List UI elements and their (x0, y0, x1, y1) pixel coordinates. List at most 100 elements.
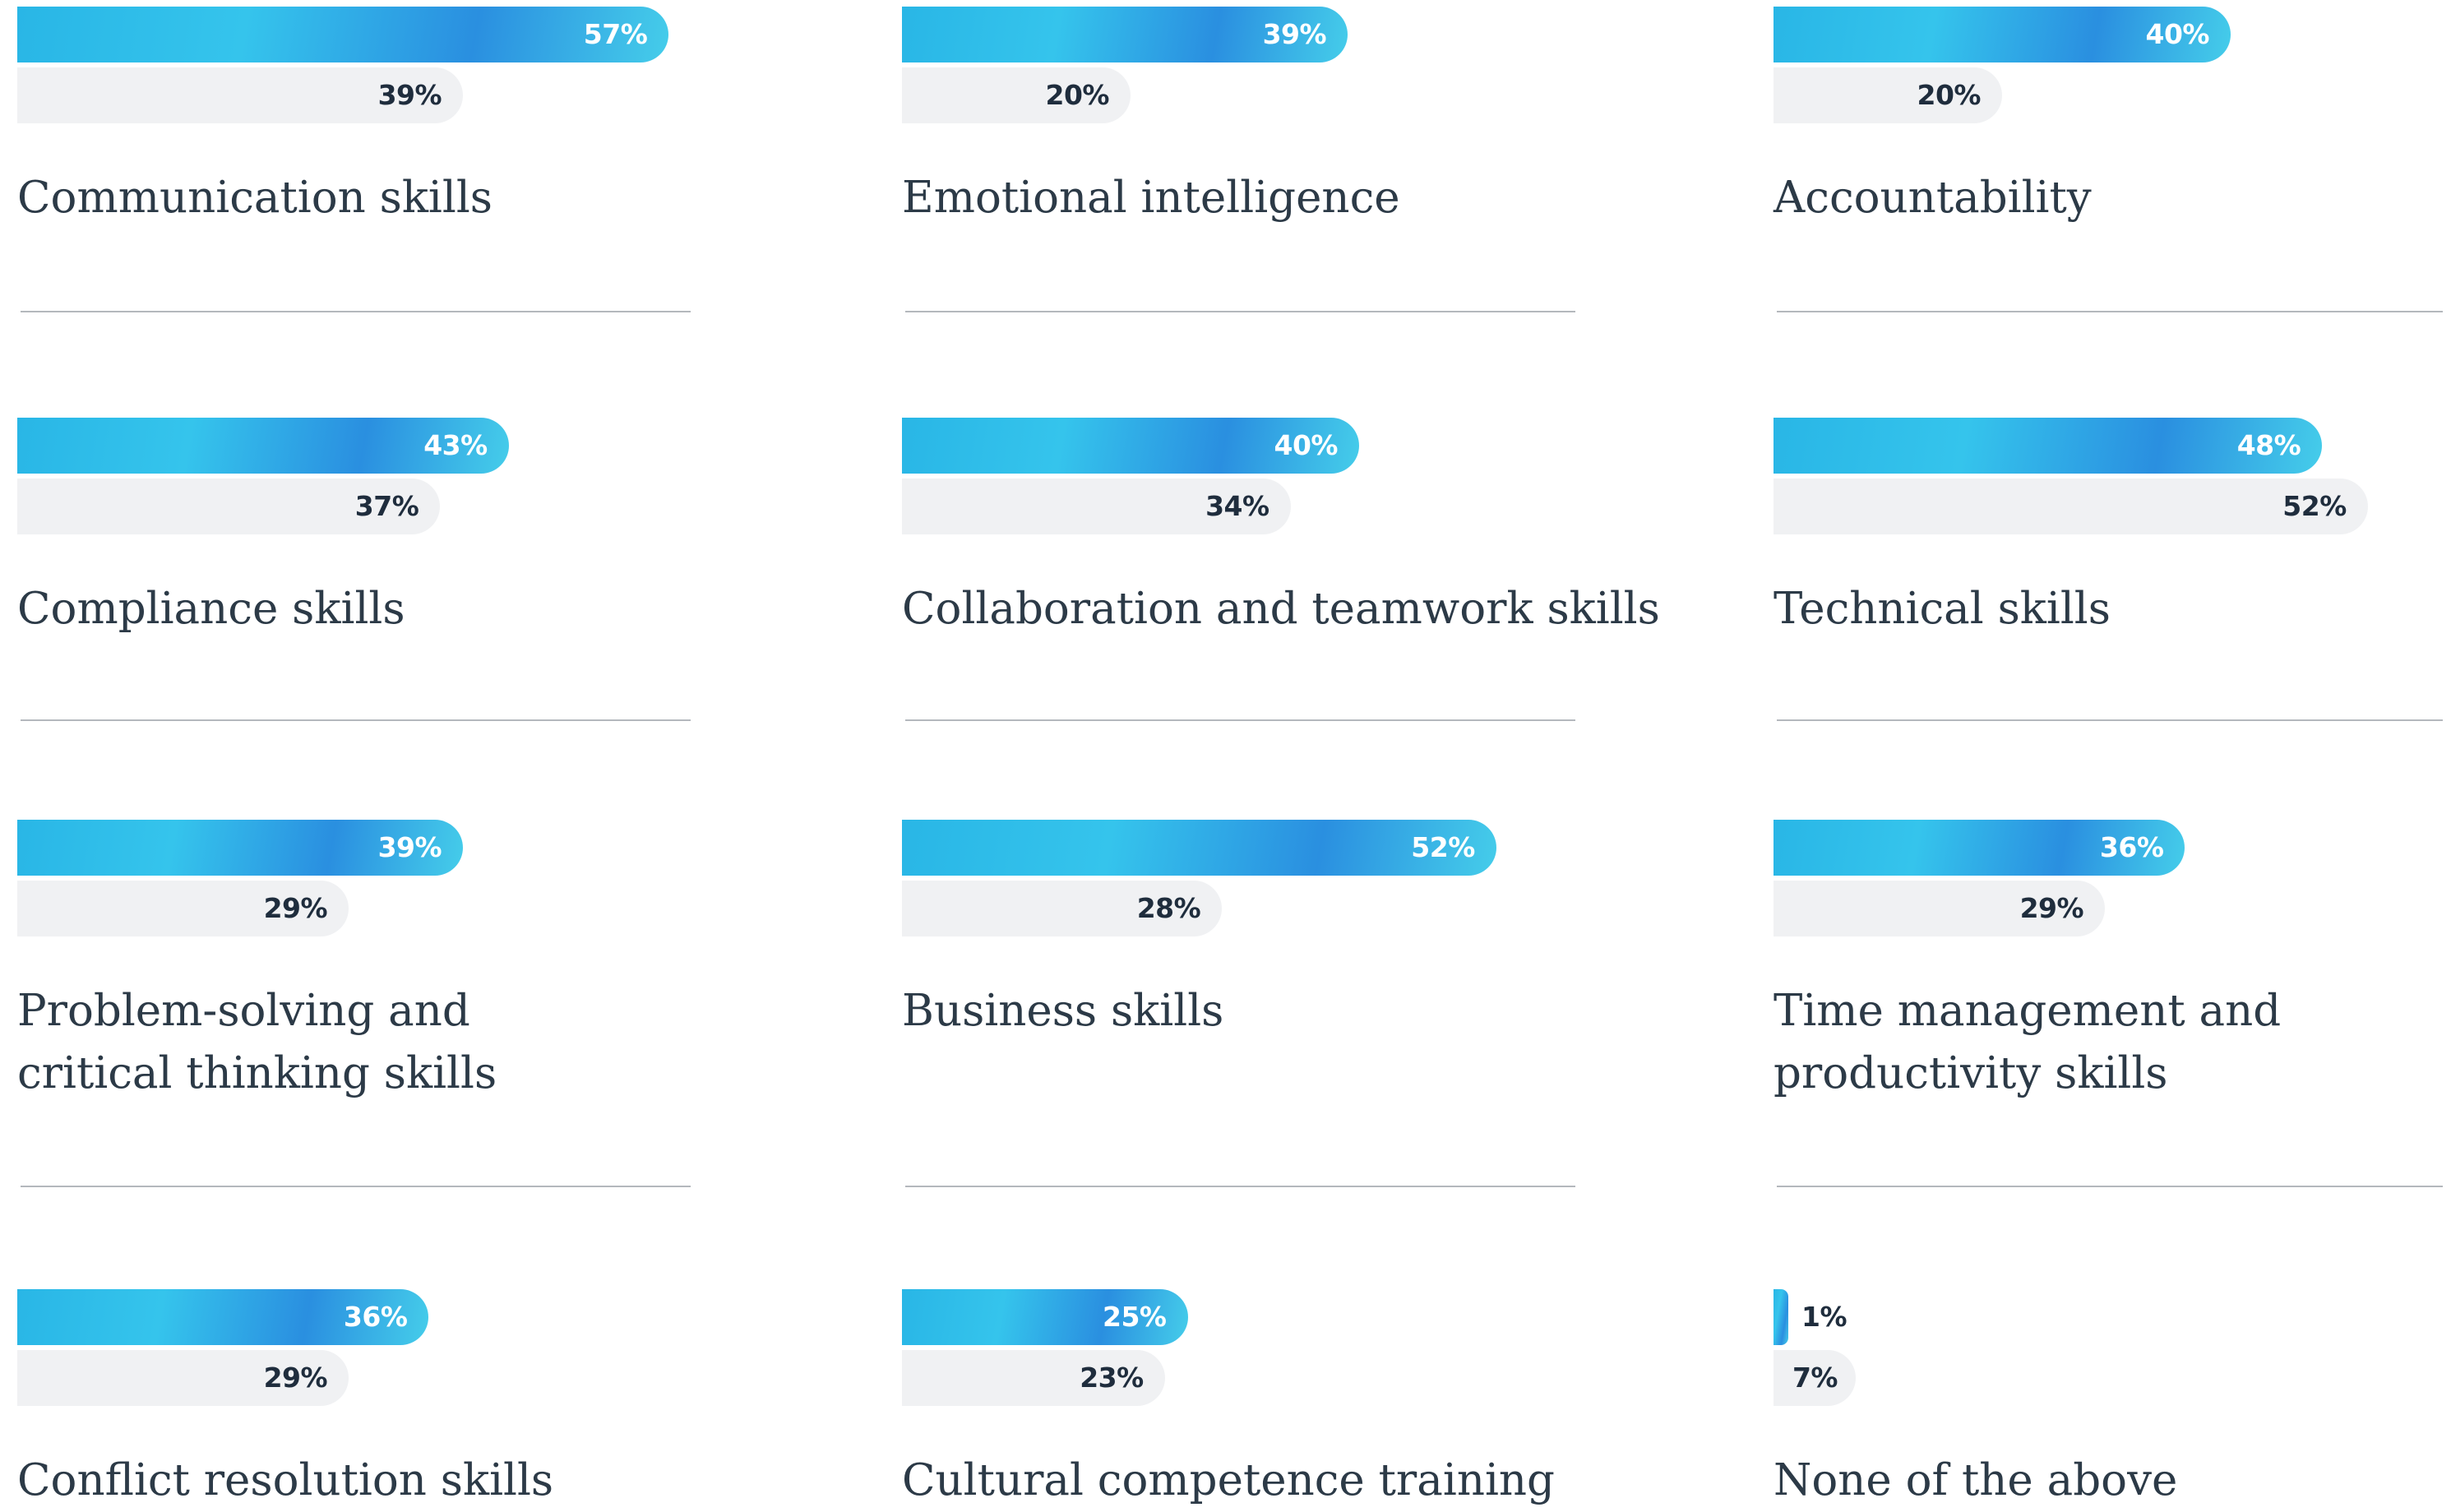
category-label: Accountability (1774, 167, 2092, 229)
bar-group: 40% 34% (902, 418, 1573, 534)
category-label-line: productivity skills (1774, 1048, 2168, 1098)
category-label: Conflict resolution skills (17, 1450, 553, 1512)
bar-primary-label: 25% (1103, 1301, 1167, 1333)
bar-primary-label: 40% (1274, 429, 1339, 461)
bar-group: 36% 29% (17, 1289, 688, 1406)
skill-card: 25% 23% Cultural competence training (902, 1289, 1573, 1505)
row-divider (21, 719, 691, 721)
category-label: Cultural competence training (902, 1450, 1555, 1512)
bar-primary: 52% (902, 820, 1496, 876)
row-divider (905, 1186, 1575, 1187)
skill-card: 57% 39% Communication skills (17, 7, 688, 223)
bar-secondary-label: 23% (1080, 1362, 1144, 1394)
bar-primary: 36% (17, 1289, 429, 1345)
bar-group: 43% 37% (17, 418, 688, 534)
bar-secondary: 37% (17, 479, 441, 534)
bar-group: 25% 23% (902, 1289, 1573, 1406)
category-label: Compliance skills (17, 578, 405, 640)
bar-primary-label: 57% (583, 18, 648, 50)
category-label-line: Collaboration and teamwork skills (902, 584, 1660, 634)
category-label: Communication skills (17, 167, 493, 229)
bar-group: 52% 28% (902, 820, 1573, 936)
bar-secondary-label: 29% (2019, 892, 2084, 924)
bar-primary-label: 52% (1411, 831, 1475, 863)
bar-group: 1% 7% (1774, 1289, 2444, 1406)
bar-secondary: 29% (1774, 881, 2106, 936)
bar-secondary-label: 52% (2282, 490, 2347, 522)
skill-card: 36% 29% Conflict resolution skills (17, 1289, 688, 1505)
category-label-line: Cultural competence training (902, 1455, 1555, 1505)
bar-group: 40% 20% (1774, 7, 2444, 123)
row-divider (1777, 719, 2443, 721)
row-divider (1777, 311, 2443, 312)
bar-primary: 36% (1774, 820, 2185, 876)
category-label-line: Technical skills (1774, 584, 2111, 634)
bar-primary-label: 36% (343, 1301, 408, 1333)
skill-card: 39% 29% Problem-solving and critical thinki… (17, 820, 688, 1098)
category-label-line: critical thinking skills (17, 1048, 497, 1098)
skill-card: 40% 20% Accountability (1774, 7, 2444, 223)
bar-primary: 39% (17, 820, 464, 876)
category-label: Time management and productivity skills (1774, 980, 2281, 1105)
category-label-line: Emotional intelligence (902, 173, 1400, 223)
bar-secondary-label: 7% (1792, 1362, 1838, 1394)
row-divider (1777, 1186, 2443, 1187)
category-label-line: Conflict resolution skills (17, 1455, 554, 1505)
bar-secondary-label: 29% (263, 1362, 328, 1394)
category-label-line: Business skills (902, 986, 1224, 1036)
skill-card: 40% 34% Collaboration and teamwork skills (902, 418, 1660, 634)
bar-primary: 57% (17, 7, 669, 62)
bar-group: 39% 20% (902, 7, 1573, 123)
skill-card: 48% 52% Technical skills (1774, 418, 2444, 634)
category-label: Emotional intelligence (902, 167, 1400, 229)
bar-primary-label: 43% (423, 429, 488, 461)
bar-secondary-label: 34% (1205, 490, 1269, 522)
category-label: None of the above (1774, 1450, 2177, 1512)
bar-secondary-label: 28% (1136, 892, 1201, 924)
row-divider (21, 311, 691, 312)
bar-secondary: 7% (1774, 1350, 1856, 1406)
skill-card: 1% 7% None of the above (1774, 1289, 2444, 1505)
category-label-line: Time management and (1774, 986, 2282, 1036)
bar-primary-label: 39% (1262, 18, 1327, 50)
bar-group: 57% 39% (17, 7, 688, 123)
bar-secondary-label: 20% (1045, 79, 1110, 111)
bar-primary-label: 40% (2145, 18, 2210, 50)
bar-secondary: 52% (1774, 479, 2368, 534)
skill-card: 36% 29% Time management and productivity sk… (1774, 820, 2444, 1098)
bar-secondary-label: 39% (377, 79, 442, 111)
category-label: Collaboration and teamwork skills (902, 578, 1660, 640)
bar-primary: 43% (17, 418, 509, 474)
row-divider (21, 1186, 691, 1187)
skill-card: 52% 28% Business skills (902, 820, 1573, 1036)
bar-primary: 25% (902, 1289, 1188, 1345)
bar-group: 36% 29% (1774, 820, 2444, 936)
bar-secondary: 28% (902, 881, 1223, 936)
bar-group: 48% 52% (1774, 418, 2444, 534)
category-label: Business skills (902, 980, 1223, 1043)
bar-primary: 39% (902, 7, 1348, 62)
bar-secondary: 20% (1774, 67, 2002, 123)
bar-primary: 40% (1774, 7, 2231, 62)
category-label-line: Accountability (1774, 173, 2092, 223)
category-label-line: Compliance skills (17, 584, 405, 634)
bar-secondary: 29% (17, 881, 349, 936)
row-divider (905, 311, 1575, 312)
bar-secondary-label: 20% (1917, 79, 1982, 111)
bar-primary: 1% (1774, 1289, 1847, 1345)
bar-secondary-label: 29% (263, 892, 328, 924)
category-label-line: Problem-solving and (17, 986, 470, 1036)
bar-secondary: 34% (902, 479, 1291, 534)
category-label: Technical skills (1774, 578, 2111, 640)
bar-primary: 48% (1774, 418, 2323, 474)
bar-secondary: 29% (17, 1350, 349, 1406)
bar-primary-label: 48% (2236, 429, 2301, 461)
skill-card: 43% 37% Compliance skills (17, 418, 688, 634)
category-label-line: Communication skills (17, 173, 493, 223)
row-divider (905, 719, 1575, 721)
bar-secondary: 23% (902, 1350, 1165, 1406)
bar-primary-label: 1% (1801, 1301, 1847, 1333)
bar-secondary: 20% (902, 67, 1131, 123)
category-label: Problem-solving and critical thinking ski… (17, 980, 497, 1105)
bar-primary-label: 39% (377, 831, 442, 863)
